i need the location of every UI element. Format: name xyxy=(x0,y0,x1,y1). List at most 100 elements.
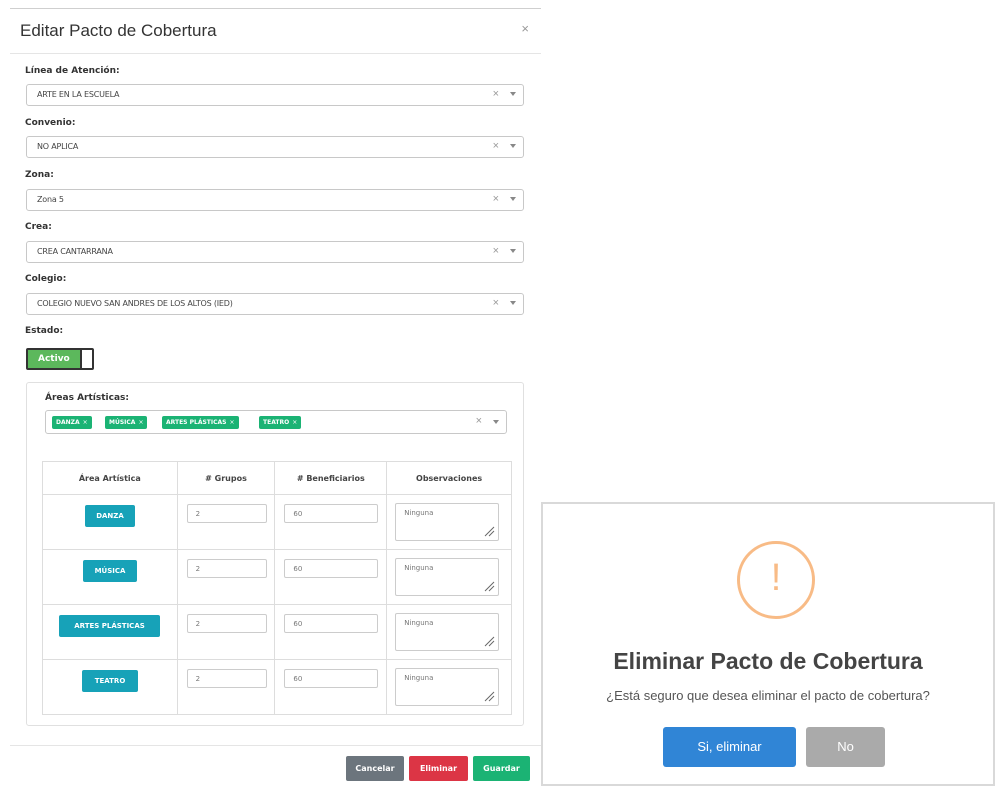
beneficiarios-cell: 60 xyxy=(274,659,388,715)
estado-toggle[interactable]: Activo xyxy=(26,348,94,370)
table-row: MÚSICA 2 60 Ninguna xyxy=(42,549,512,605)
clear-icon[interactable]: × xyxy=(493,193,499,205)
grupos-cell: 2 xyxy=(176,604,276,660)
clear-icon[interactable]: × xyxy=(493,88,499,100)
observaciones-text: Ninguna xyxy=(404,619,434,627)
area-button[interactable]: MÚSICA xyxy=(83,560,137,582)
observaciones-text: Ninguna xyxy=(404,564,434,572)
resize-grip-icon[interactable] xyxy=(483,690,495,702)
chip-teatro[interactable]: TEATRO × xyxy=(259,416,302,429)
modal-header: Editar Pacto de Cobertura × xyxy=(10,9,541,54)
grupos-input[interactable]: 2 xyxy=(186,614,267,633)
areas-multi-select[interactable]: DANZA × MÚSICA × ARTES PLÁSTICAS × TEATRO × … xyxy=(45,410,507,434)
remove-icon[interactable]: × xyxy=(292,419,297,426)
observaciones-text: Ninguna xyxy=(404,674,434,682)
estado-label: Estado: xyxy=(25,326,64,336)
area-button[interactable]: TEATRO xyxy=(82,670,138,692)
convenio-label: Convenio: xyxy=(25,118,76,128)
chevron-down-icon[interactable] xyxy=(493,420,499,424)
warning-icon: ! xyxy=(737,541,815,619)
no-button[interactable]: No xyxy=(806,727,885,767)
observaciones-textarea[interactable]: Ninguna xyxy=(395,668,500,706)
observaciones-cell: Ninguna xyxy=(386,549,512,605)
observaciones-text: Ninguna xyxy=(404,509,434,517)
resize-grip-icon[interactable] xyxy=(483,580,495,592)
clear-icon[interactable]: × xyxy=(493,297,499,309)
observaciones-textarea[interactable]: Ninguna xyxy=(395,503,500,541)
observaciones-cell: Ninguna xyxy=(386,659,512,715)
chevron-down-icon[interactable] xyxy=(510,144,516,148)
grupos-cell: 2 xyxy=(176,659,276,715)
chip-label: TEATRO xyxy=(263,419,290,426)
confirm-delete-button[interactable]: Si, eliminar xyxy=(663,727,796,767)
column-header: # Grupos xyxy=(176,461,276,495)
area-button[interactable]: DANZA xyxy=(85,505,135,527)
close-icon[interactable]: × xyxy=(521,21,529,36)
chevron-down-icon[interactable] xyxy=(510,301,516,305)
clear-icon[interactable]: × xyxy=(476,415,482,427)
delete-confirm-dialog: ! Eliminar Pacto de Cobertura ¿Está segu… xyxy=(541,502,995,786)
table-row: DANZA 2 60 Ninguna xyxy=(42,494,512,550)
convenio-select[interactable]: NO APLICA × xyxy=(26,136,524,158)
table-row: TEATRO 2 60 Ninguna xyxy=(42,659,512,715)
grupos-cell: 2 xyxy=(176,549,276,605)
chevron-down-icon[interactable] xyxy=(510,197,516,201)
observaciones-textarea[interactable]: Ninguna xyxy=(395,558,500,596)
area-cell: ARTES PLÁSTICAS xyxy=(42,604,178,660)
grupos-input[interactable]: 2 xyxy=(186,669,267,688)
colegio-value: COLEGIO NUEVO SAN ANDRES DE LOS ALTOS (I… xyxy=(37,299,233,308)
modal-footer: Cancelar Eliminar Guardar xyxy=(10,745,541,786)
observaciones-cell: Ninguna xyxy=(386,604,512,660)
areas-panel: Áreas Artísticas: DANZA × MÚSICA × ARTES P… xyxy=(26,382,524,726)
crea-value: CREA CANTARRANA xyxy=(37,247,113,256)
clear-icon[interactable]: × xyxy=(493,140,499,152)
remove-icon[interactable]: × xyxy=(83,419,88,426)
table-row: ARTES PLÁSTICAS 2 60 Ninguna xyxy=(42,604,512,660)
beneficiarios-input[interactable]: 60 xyxy=(284,669,379,688)
chip-label: ARTES PLÁSTICAS xyxy=(166,419,227,426)
crea-label: Crea: xyxy=(25,222,52,232)
confirm-message: ¿Está seguro que desea eliminar el pacto… xyxy=(606,688,930,703)
zona-select[interactable]: Zona 5 × xyxy=(26,189,524,211)
area-cell: MÚSICA xyxy=(42,549,178,605)
chip-danza[interactable]: DANZA × xyxy=(52,416,92,429)
resize-grip-icon[interactable] xyxy=(483,525,495,537)
zona-value: Zona 5 xyxy=(37,195,64,204)
area-button[interactable]: ARTES PLÁSTICAS xyxy=(59,615,160,637)
colegio-label: Colegio: xyxy=(25,274,67,284)
observaciones-textarea[interactable]: Ninguna xyxy=(395,613,500,651)
colegio-select[interactable]: COLEGIO NUEVO SAN ANDRES DE LOS ALTOS (I… xyxy=(26,293,524,315)
beneficiarios-cell: 60 xyxy=(274,494,388,550)
modal-title: Editar Pacto de Cobertura xyxy=(20,21,217,40)
linea-atencion-select[interactable]: ARTE EN LA ESCUELA × xyxy=(26,84,524,106)
toggle-text: Activo xyxy=(38,354,70,364)
chip-artes-plasticas[interactable]: ARTES PLÁSTICAS × xyxy=(162,416,239,429)
beneficiarios-input[interactable]: 60 xyxy=(284,504,379,523)
chevron-down-icon[interactable] xyxy=(510,92,516,96)
crea-select[interactable]: CREA CANTARRANA × xyxy=(26,241,524,263)
remove-icon[interactable]: × xyxy=(138,419,143,426)
column-header: # Beneficiarios xyxy=(274,461,388,495)
delete-button[interactable]: Eliminar xyxy=(409,756,468,781)
column-header: Observaciones xyxy=(386,461,512,495)
cancel-button[interactable]: Cancelar xyxy=(346,756,404,781)
grupos-input[interactable]: 2 xyxy=(186,504,267,523)
beneficiarios-input[interactable]: 60 xyxy=(284,614,379,633)
toggle-knob[interactable] xyxy=(80,350,92,368)
areas-table: Área Artística # Grupos # Beneficiarios … xyxy=(42,461,512,715)
clear-icon[interactable]: × xyxy=(493,245,499,257)
beneficiarios-input[interactable]: 60 xyxy=(284,559,379,578)
grupos-input[interactable]: 2 xyxy=(186,559,267,578)
chevron-down-icon[interactable] xyxy=(510,249,516,253)
chip-musica[interactable]: MÚSICA × xyxy=(105,416,148,429)
beneficiarios-cell: 60 xyxy=(274,549,388,605)
areas-label: Áreas Artísticas: xyxy=(45,393,129,403)
remove-icon[interactable]: × xyxy=(229,419,234,426)
linea-atencion-label: Línea de Atención: xyxy=(25,66,120,76)
chip-label: MÚSICA xyxy=(109,419,136,426)
area-cell: DANZA xyxy=(42,494,178,550)
column-header: Área Artística xyxy=(42,461,178,495)
resize-grip-icon[interactable] xyxy=(483,635,495,647)
save-button[interactable]: Guardar xyxy=(473,756,530,781)
grupos-cell: 2 xyxy=(176,494,276,550)
